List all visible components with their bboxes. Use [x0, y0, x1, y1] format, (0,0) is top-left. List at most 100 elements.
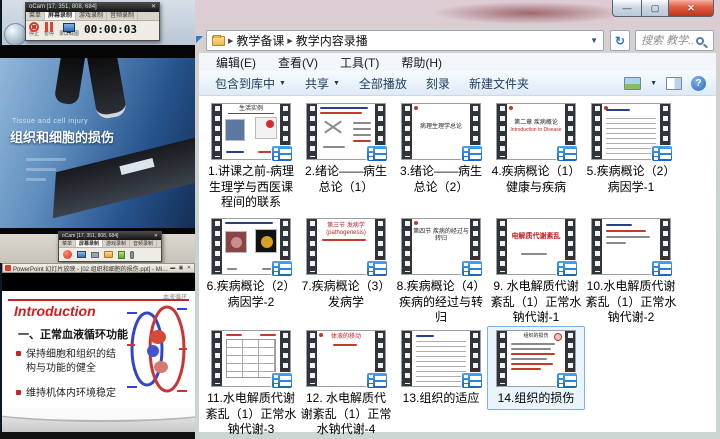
file-item-11[interactable]: 11.水电解质代谢紊乱（1）正常水钠代谢-3: [205, 330, 297, 438]
titlebar-reflection: [435, 2, 625, 24]
file-item-6[interactable]: 6.疾病概论（2）病因学-2: [205, 218, 297, 310]
menu-edit[interactable]: 编辑(E): [205, 54, 267, 71]
media-overlay-icon: [556, 145, 578, 162]
filmstrip-icon: [307, 219, 317, 274]
chevron-down-icon[interactable]: ▼: [590, 36, 598, 45]
include-in-library-label: 包含到库中: [215, 75, 275, 92]
file-label: 11.水电解质代谢紊乱（1）正常水钠代谢-3: [205, 391, 297, 438]
include-in-library-button[interactable]: 包含到库中 ▼: [209, 75, 299, 92]
close-icon[interactable]: ✕: [151, 3, 156, 12]
snapshot-button[interactable]: 录屏截图: [59, 23, 79, 38]
file-item-9[interactable]: 电解质代谢紊乱 9. 水电解质代谢紊乱（1）正常水钠代谢-1: [490, 218, 582, 326]
file-item-12[interactable]: 体液的移动 12. 水电解质代谢紊乱（1）正常水钠代谢-4: [300, 330, 392, 438]
breadcrumb-item[interactable]: 教学内容录播: [296, 32, 368, 49]
window-controls-fragment[interactable]: ▬ ▣ ✕: [170, 265, 192, 271]
screenshot-icon: [63, 23, 75, 32]
thumb-table: [226, 339, 276, 378]
codec-icon[interactable]: [118, 251, 125, 259]
breadcrumb-separator-icon: ▶: [228, 37, 233, 45]
record-icon[interactable]: [63, 250, 72, 259]
slide-footer: [2, 408, 195, 432]
file-label: 12. 水电解质代谢紊乱（1）正常水钠代谢-4: [300, 391, 392, 438]
folder-icon: [212, 36, 225, 46]
filmstrip-icon: [212, 331, 222, 386]
filmstrip-icon: [497, 104, 507, 159]
open-folder-icon[interactable]: [104, 251, 113, 258]
tab-game-record[interactable]: 游戏录制: [76, 12, 107, 20]
file-item-4[interactable]: 第二章 疾病概论 Introduction to Disease 4.疾病概论（…: [490, 103, 582, 195]
menu-view[interactable]: 查看(V): [267, 54, 329, 71]
tab-audio-record[interactable]: 音频录制: [130, 240, 157, 247]
video-thumbnail: 第三节 发病学(pathogenesis): [306, 218, 386, 275]
tab-game-record[interactable]: 游戏录制: [103, 240, 130, 247]
close-button[interactable]: ✕: [669, 0, 714, 17]
resize-icon[interactable]: [91, 252, 99, 258]
ocam-recorder-window-2: oCam [17, 351, 808, 684] ✕ 菜单 屏幕录制 游戏录制 …: [58, 231, 162, 262]
refresh-button[interactable]: ↻: [610, 30, 630, 51]
minimize-button[interactable]: —: [612, 0, 641, 17]
file-item-7[interactable]: 第三节 发病学(pathogenesis) 7.疾病概论（3）发病学: [300, 218, 392, 310]
thumb-title: 病理生理学总论: [412, 124, 470, 131]
tab-screen-record[interactable]: 屏幕录制: [45, 12, 76, 20]
address-bar[interactable]: ▶ 教学备课 ▶ 教学内容录播 ▼: [206, 30, 604, 51]
pause-button[interactable]: 暂停: [44, 22, 54, 38]
video-thumbnail: 体液的移动: [306, 330, 386, 387]
thumb-title: 组织的损伤: [507, 333, 565, 339]
tab-screen-record[interactable]: 屏幕录制: [76, 240, 103, 247]
views-icon[interactable]: [624, 77, 641, 90]
tab-audio-record[interactable]: 音频录制: [107, 12, 138, 20]
file-label: 1.讲课之前-病理生理学与西医课程间的联系: [205, 164, 297, 211]
file-item-14-selected[interactable]: 组织的损伤 14.组织的损伤: [487, 326, 585, 410]
ocam-title: oCam [17, 351, 808, 684]: [62, 232, 118, 240]
file-item-8[interactable]: 第四节 疾病的经过与转归 8.疾病概论（4）疾病的经过与转归: [395, 218, 487, 326]
filmstrip-icon: [592, 219, 602, 274]
close-icon[interactable]: ✕: [154, 232, 158, 240]
ocam-title: oCam [17, 351, 808, 684]: [29, 3, 97, 12]
file-item-2[interactable]: 2.绪论——病生总论（1）: [300, 103, 392, 195]
tab-menu[interactable]: 菜单: [59, 240, 76, 247]
breadcrumb-item[interactable]: 教学备课: [236, 32, 284, 49]
window-bottom-border: [195, 432, 720, 439]
menu-help[interactable]: 帮助(H): [390, 54, 453, 71]
thumb-photo: [225, 119, 245, 141]
menu-tools[interactable]: 工具(T): [329, 54, 390, 71]
back-button-fragment[interactable]: [4, 23, 27, 46]
file-label: 8.疾病概论（4）疾病的经过与转归: [395, 279, 487, 326]
maximize-button[interactable]: ▢: [641, 0, 669, 17]
search-input[interactable]: [636, 32, 694, 49]
media-overlay-icon: [366, 372, 388, 389]
burn-button[interactable]: 刻录: [420, 75, 463, 92]
search-box[interactable]: [635, 30, 714, 51]
share-button[interactable]: 共享 ▼: [299, 75, 353, 92]
thumb-title: 第三节 发病学(pathogenesis): [317, 223, 375, 237]
new-folder-button[interactable]: 新建文件夹: [463, 75, 542, 92]
tab-menu[interactable]: 菜单: [26, 12, 45, 20]
file-item-5[interactable]: 5.疾病概论（2）病因学-1: [585, 103, 677, 195]
media-overlay-icon: [651, 260, 673, 277]
video-thumbnail: [211, 218, 291, 275]
explorer-window: — ▢ ✕ ▶ 教学备课 ▶ 教学内容录播 ▼ ↻ 编辑(E) 查看(V) 工具…: [195, 0, 720, 439]
file-item-10[interactable]: 10.水电解质代谢紊乱（1）正常水钠代谢-2: [585, 218, 677, 326]
microphone-icon[interactable]: [130, 251, 134, 259]
monitor-icon[interactable]: [77, 251, 86, 258]
preview-pane-icon[interactable]: [666, 77, 682, 90]
video-thumbnail: 生活实例: [211, 103, 291, 160]
video-thumbnail: 病理生理学总论: [401, 103, 481, 160]
caption-buttons: — ▢ ✕: [612, 0, 714, 17]
file-item-3[interactable]: 病理生理学总论 3.绪论——病生总论（2）: [395, 103, 487, 195]
file-item-13[interactable]: 13.组织的适应: [395, 330, 487, 407]
filmstrip-icon: [402, 331, 412, 386]
ocam-recorder-window: oCam [17, 351, 808, 684] ✕ 菜单 屏幕录制 游戏录制 …: [25, 2, 160, 41]
thumb-photo: [255, 117, 277, 139]
media-overlay-icon: [556, 260, 578, 277]
play-all-button[interactable]: 全部播放: [353, 75, 420, 92]
slide-bullet: 维持机体内环境稳定: [16, 387, 124, 401]
help-icon[interactable]: ?: [691, 76, 706, 91]
stop-button[interactable]: 停止: [29, 22, 39, 38]
play-all-label: 全部播放: [359, 75, 407, 92]
small-text-line: [26, 178, 46, 181]
stop-label: 停止: [29, 32, 39, 38]
file-item-1[interactable]: 生活实例 1.讲课之前-病理生理学与西医课程间的联系: [205, 103, 297, 211]
chevron-down-icon[interactable]: ▼: [650, 80, 657, 87]
refresh-icon: ↻: [615, 34, 625, 48]
